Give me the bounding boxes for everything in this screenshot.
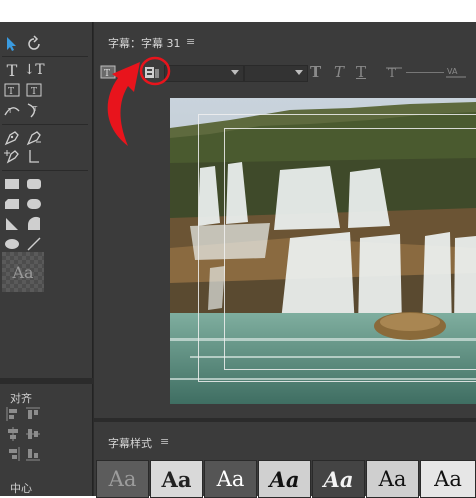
chevron-down-icon [231, 70, 239, 75]
vertical-type-tool-icon[interactable]: ↓T [23, 60, 44, 80]
rotation-tool-icon[interactable] [24, 34, 44, 54]
line-tool-icon[interactable] [24, 234, 44, 254]
path-type-tool-icon[interactable]: T [2, 100, 22, 120]
vertical-area-type-tool-icon[interactable]: T [24, 80, 44, 100]
type-tool-icon[interactable]: T [2, 60, 22, 80]
svg-text:VA: VA [447, 67, 458, 76]
italic-icon[interactable]: T [334, 63, 344, 81]
style-swatch[interactable]: Aa [366, 460, 419, 498]
caption-panel: 字幕：字幕 31 ≡ T T T T T VA [94, 22, 476, 418]
rounded-rectangle-tool-icon[interactable] [24, 174, 44, 194]
caption-canvas-video-preview[interactable] [170, 98, 476, 404]
delete-anchor-tool-icon[interactable] [24, 128, 44, 148]
kerning-icon[interactable]: VA [446, 64, 466, 80]
svg-text:T: T [32, 105, 38, 113]
size-slider-line[interactable] [406, 72, 444, 73]
tools-divider [2, 170, 88, 171]
style-swatch[interactable]: Aa [150, 460, 203, 498]
vertical-path-type-tool-icon[interactable]: T [24, 100, 44, 120]
align-horizontal-center-icon[interactable] [6, 426, 20, 441]
ellipse-tool-icon[interactable] [2, 234, 22, 254]
style-swatch[interactable]: Aa [204, 460, 257, 498]
panel-menu-icon[interactable]: ≡ [186, 35, 195, 48]
title-designer-window: T ↓T T T T T Aa 对齐 中心 字幕：字幕 31 ≡ T T T T… [0, 22, 476, 498]
add-anchor-tool-icon[interactable] [2, 146, 22, 166]
align-panel-title: 对齐 [10, 392, 32, 405]
arc-tool-icon[interactable] [24, 214, 44, 234]
rounded-corner-rectangle-tool-icon[interactable] [24, 194, 44, 214]
tools-divider [2, 124, 88, 125]
align-left-icon[interactable] [6, 406, 20, 421]
caption-styles-panel: 字幕样式 ≡ Aa Aa Aa Aa Aa Aa Aa [94, 422, 476, 498]
area-type-tool-icon[interactable]: T [2, 80, 22, 100]
font-style-dropdown[interactable] [244, 65, 308, 82]
align-panel: 对齐 中心 [0, 384, 93, 496]
style-preview-swatch: Aa [2, 252, 44, 292]
selection-tool-icon[interactable] [2, 34, 22, 54]
convert-anchor-tool-icon[interactable] [24, 146, 44, 166]
svg-text:T: T [104, 69, 110, 79]
rectangle-tool-icon[interactable] [2, 174, 22, 194]
caption-styles-title: 字幕样式 [108, 437, 152, 450]
bold-icon[interactable]: T [310, 63, 321, 81]
pen-tool-icon[interactable] [2, 128, 22, 148]
align-vertical-center-icon[interactable] [26, 426, 40, 440]
svg-text:T: T [7, 107, 13, 115]
align-bottom-icon[interactable] [26, 446, 40, 461]
align-top-icon[interactable] [26, 406, 40, 420]
center-section-title: 中心 [10, 482, 32, 495]
roll-crawl-options-icon[interactable]: T [100, 64, 116, 80]
style-swatch[interactable]: Aa [312, 460, 365, 498]
caption-panel-title: 字幕：字幕 31 [108, 37, 181, 50]
align-right-icon[interactable] [6, 446, 20, 461]
style-swatch[interactable]: Aa [96, 460, 149, 498]
font-size-icon[interactable]: T [386, 64, 402, 80]
underline-icon[interactable]: T [356, 63, 366, 81]
svg-text:T: T [8, 87, 14, 97]
font-family-dropdown[interactable] [164, 65, 244, 82]
svg-text:T: T [31, 87, 37, 97]
panel-menu-icon[interactable]: ≡ [160, 435, 169, 448]
style-swatch[interactable]: Aa [420, 460, 476, 498]
template-icon[interactable] [144, 64, 160, 80]
clipped-corner-rectangle-tool-icon[interactable] [2, 194, 22, 214]
style-swatch[interactable]: Aa [258, 460, 311, 498]
action-safe-margin [224, 128, 476, 370]
tools-panel: T ↓T T T T T Aa [0, 22, 93, 378]
wedge-tool-icon[interactable] [2, 214, 22, 234]
caption-toolbar: T T T T T VA [94, 60, 476, 84]
tools-divider [2, 56, 88, 57]
chevron-down-icon [295, 70, 303, 75]
